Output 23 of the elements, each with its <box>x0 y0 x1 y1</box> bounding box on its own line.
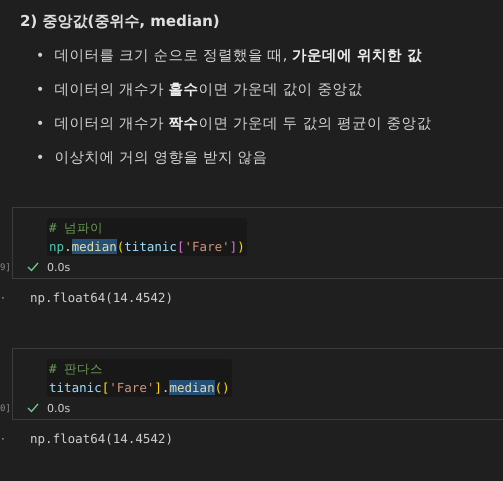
execution-time: 0.0s <box>47 402 70 414</box>
bullet-text: 데이터의 개수가 홀수이면 가운데 값이 중앙값 <box>54 81 362 100</box>
code-line: np.median(titanic['Fare']) <box>49 238 245 256</box>
section-heading: 2) 중앙값(중위수, median) <box>19 11 221 31</box>
bullet-icon: • <box>36 79 44 101</box>
bullet-text: 이상치에 거의 영향을 받지 않음 <box>54 149 268 168</box>
output-marker: · <box>0 290 6 304</box>
bullet-text: 데이터를 크기 순으로 정렬했을 때, 가운데에 위치한 값 <box>54 47 422 66</box>
code-cell[interactable]: # 넘파이 np.median(titanic['Fare']) 0.0s <box>12 207 503 279</box>
cell-output: np.float64(14.4542) <box>30 431 173 446</box>
code-comment: # 넘파이 <box>49 219 104 237</box>
cell-output: np.float64(14.4542) <box>30 290 173 305</box>
code-comment: # 판다스 <box>49 360 104 378</box>
bullet-icon: • <box>36 113 44 135</box>
execution-count: 9] <box>0 263 12 275</box>
execution-count: 0] <box>0 404 12 416</box>
code-line: titanic['Fare'].median() <box>49 379 230 397</box>
code-cell[interactable]: # 판다스 titanic['Fare'].median() 0.0s <box>12 348 503 420</box>
bullet-icon: • <box>36 45 44 67</box>
bullet-text: 데이터의 개수가 짝수이면 가운데 두 값의 평균이 중앙값 <box>54 115 432 134</box>
bullet-icon: • <box>36 147 44 169</box>
output-marker: · <box>0 432 6 446</box>
execution-time: 0.0s <box>47 260 70 274</box>
